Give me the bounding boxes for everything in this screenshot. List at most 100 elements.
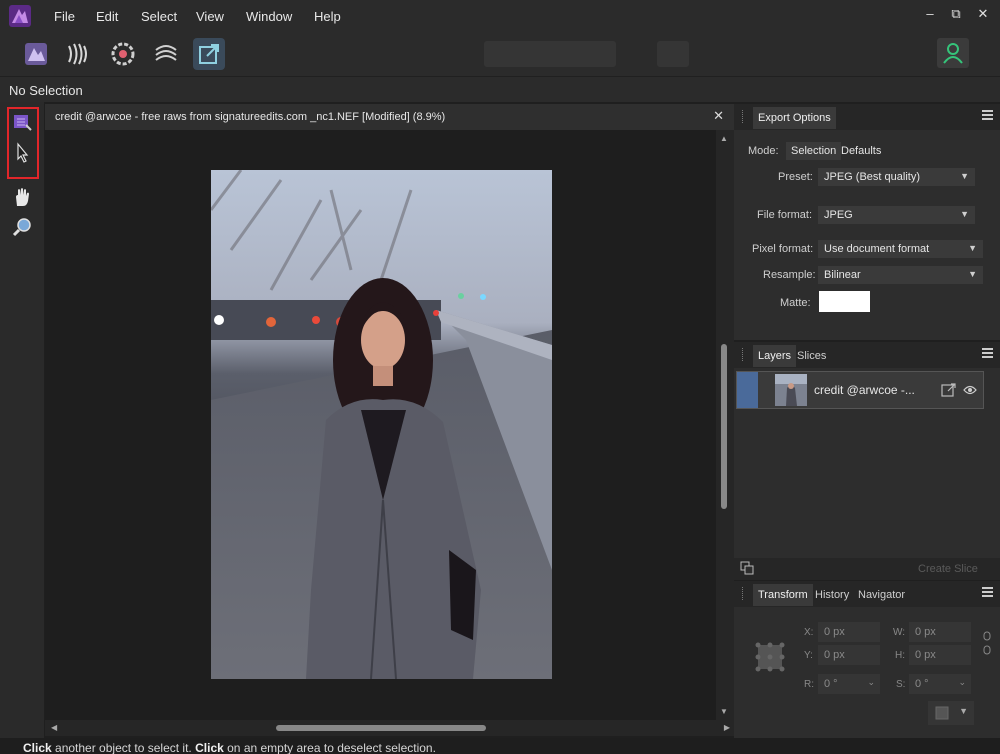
tab-layers[interactable]: Layers	[753, 345, 797, 367]
layer-options-icon[interactable]	[740, 561, 754, 575]
chevron-down-icon: ⌄	[867, 677, 875, 687]
x-label: X:	[804, 627, 814, 638]
matte-color-swatch[interactable]	[819, 291, 870, 312]
layers-header: Layers Slices	[734, 342, 1000, 368]
transform-panel: Transform History Navigator X: 0 px W: 0…	[734, 581, 1000, 738]
panel-menu-icon[interactable]	[982, 348, 993, 358]
status-bar: Click another object to select it. Click…	[0, 738, 1000, 754]
chevron-down-icon: ▼	[960, 209, 969, 219]
y-field[interactable]: 0 px	[818, 645, 880, 665]
zoom-icon	[12, 218, 31, 237]
tab-navigator[interactable]: Navigator	[853, 584, 910, 606]
toolbar	[0, 34, 1000, 76]
chevron-down-icon: ⌄	[958, 677, 966, 687]
minimize-button[interactable]: –	[920, 6, 940, 21]
export-persona-button[interactable]	[193, 38, 225, 70]
file-format-dropdown[interactable]: JPEG ▼	[818, 206, 975, 224]
transform-origin-dropdown[interactable]: ▼	[928, 701, 974, 725]
layers-footer: Create Slice	[734, 558, 1000, 580]
r-label: R:	[804, 679, 814, 690]
s-value: 0 °	[915, 678, 929, 690]
horizontal-scrollbar[interactable]: ◀ ▶	[45, 720, 734, 736]
export-persona-icon	[199, 44, 219, 64]
anchor-selector-icon[interactable]	[752, 639, 788, 675]
panel-grip-icon[interactable]	[742, 348, 744, 361]
liquify-persona-button[interactable]	[63, 38, 95, 70]
vertical-scroll-thumb[interactable]	[721, 344, 727, 509]
layer-selected-indicator	[737, 372, 758, 408]
panel-grip-icon[interactable]	[742, 587, 744, 600]
vertical-scrollbar[interactable]: ▲ ▼	[716, 130, 734, 720]
file-format-value: JPEG	[824, 209, 853, 221]
user-icon	[943, 43, 963, 64]
panel-grip-icon[interactable]	[742, 110, 744, 123]
preset-dropdown[interactable]: JPEG (Best quality) ▼	[818, 168, 975, 186]
x-field[interactable]: 0 px	[818, 622, 880, 642]
document-tab[interactable]: credit @arwcoe - free raws from signatur…	[45, 104, 734, 130]
x-value: 0 px	[824, 626, 845, 638]
resample-dropdown[interactable]: Bilinear ▼	[818, 266, 983, 284]
mode-selection-button[interactable]: Selection	[786, 142, 842, 160]
y-label: Y:	[804, 650, 813, 661]
scroll-down-icon[interactable]: ▼	[720, 707, 728, 716]
photo-persona-button[interactable]	[20, 38, 52, 70]
photo-persona-icon	[25, 43, 47, 65]
tab-transform[interactable]: Transform	[753, 584, 813, 606]
menu-edit[interactable]: Edit	[96, 9, 118, 24]
y-value: 0 px	[824, 649, 845, 661]
menu-help[interactable]: Help	[314, 9, 341, 24]
horizontal-scroll-thumb[interactable]	[276, 725, 486, 731]
rotation-field[interactable]: 0 ° ⌄	[818, 674, 880, 694]
close-document-button[interactable]: ✕	[713, 108, 724, 124]
resample-label: Resample:	[763, 269, 816, 281]
create-slice-button[interactable]: Create Slice	[918, 563, 978, 575]
scroll-left-icon[interactable]: ◀	[51, 723, 57, 732]
menu-view[interactable]: View	[196, 9, 224, 24]
shear-field[interactable]: 0 ° ⌄	[909, 674, 971, 694]
status-text-2: on an empty area to deselect selection.	[223, 741, 436, 754]
pixel-format-value: Use document format	[824, 243, 930, 255]
r-value: 0 °	[824, 678, 838, 690]
document-canvas[interactable]	[45, 130, 716, 720]
tone-mapping-persona-button[interactable]	[150, 38, 182, 70]
eye-icon[interactable]	[963, 384, 977, 396]
lock-aspect-icon[interactable]	[982, 631, 992, 655]
menu-file[interactable]: File	[54, 9, 75, 24]
develop-persona-button[interactable]	[107, 38, 139, 70]
slice-tool[interactable]	[10, 111, 34, 133]
mode-label: Mode:	[748, 145, 779, 157]
export-layer-icon[interactable]	[941, 382, 957, 398]
h-field[interactable]: 0 px	[909, 645, 971, 665]
view-tool[interactable]	[10, 186, 34, 208]
layer-thumbnail	[775, 374, 807, 406]
zoom-tool[interactable]	[10, 216, 34, 238]
tab-export-options[interactable]: Export Options	[753, 107, 836, 129]
panel-menu-icon[interactable]	[982, 587, 993, 597]
menu-select[interactable]: Select	[141, 9, 177, 24]
hand-icon	[16, 188, 29, 206]
mode-defaults-button[interactable]: Defaults	[836, 142, 886, 160]
account-button[interactable]	[937, 38, 969, 68]
s-label: S:	[896, 679, 906, 690]
develop-persona-icon	[111, 42, 135, 66]
resample-value: Bilinear	[824, 269, 861, 281]
status-text-1: another object to select it.	[51, 741, 196, 754]
tab-slices[interactable]: Slices	[792, 345, 831, 367]
tone-mapping-persona-icon	[155, 45, 177, 61]
scroll-right-icon[interactable]: ▶	[724, 723, 730, 732]
status-click-2: Click	[195, 741, 224, 754]
pixel-format-dropdown[interactable]: Use document format ▼	[818, 240, 983, 258]
layer-row[interactable]: credit @arwcoe -...	[736, 371, 984, 409]
tab-history[interactable]: History	[810, 584, 854, 606]
document-title: credit @arwcoe - free raws from signatur…	[55, 111, 446, 123]
close-window-button[interactable]: ✕	[973, 6, 993, 22]
menu-window[interactable]: Window	[246, 9, 292, 24]
panel-menu-icon[interactable]	[982, 110, 993, 120]
tools-panel	[0, 102, 44, 742]
slice-selection-tool[interactable]	[10, 142, 34, 164]
w-field[interactable]: 0 px	[909, 622, 971, 642]
affinity-photo-logo-icon[interactable]	[9, 5, 31, 27]
pointer-icon	[17, 142, 29, 163]
restore-button[interactable]: ⧉	[946, 6, 966, 22]
scroll-up-icon[interactable]: ▲	[720, 134, 728, 143]
